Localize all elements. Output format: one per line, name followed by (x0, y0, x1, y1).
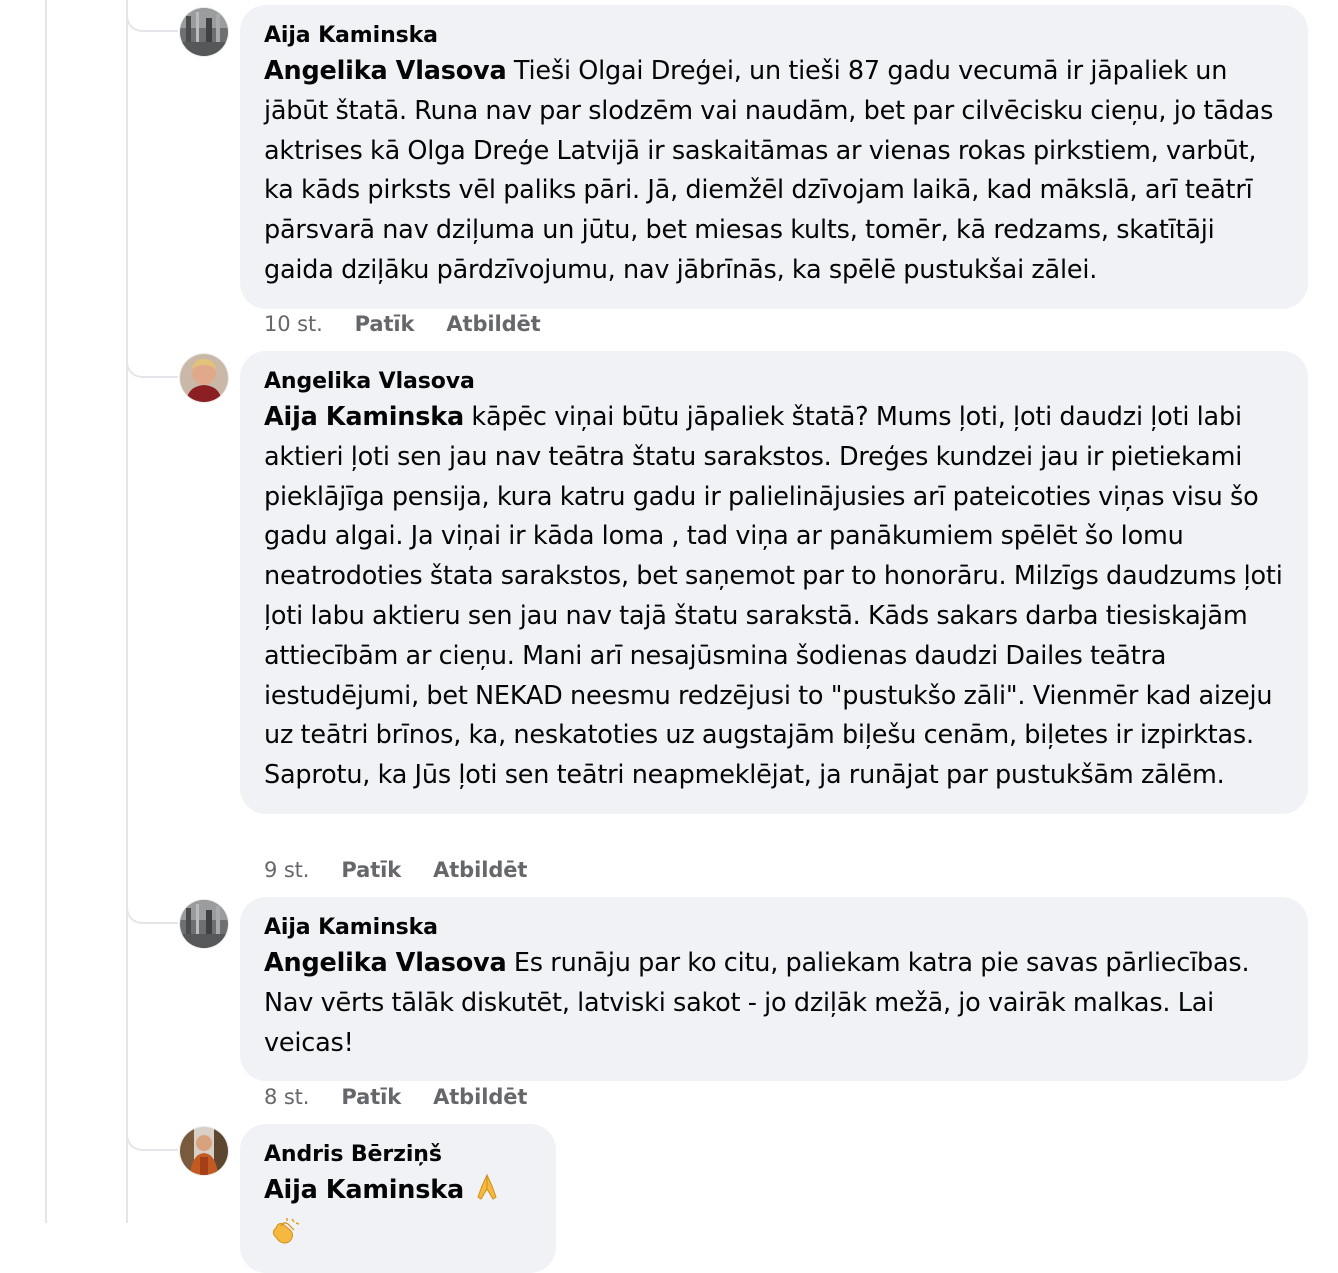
like-button[interactable]: Patīk (355, 312, 415, 336)
comment-actions: 10 st. Patīk Atbildēt (264, 312, 573, 336)
comment-timestamp[interactable]: 8 st. (264, 1085, 309, 1109)
comment-bubble: Aija Kaminska Angelika Vlasova Tieši Olg… (240, 5, 1308, 309)
comment-author[interactable]: Andris Bērziņš (264, 1140, 532, 1170)
comment-body: kāpēc viņai būtu jāpaliek štatā? Mums ļo… (264, 402, 1283, 791)
comment-author[interactable]: Angelika Vlasova (264, 367, 1284, 397)
mention-link[interactable]: Angelika Vlasova (264, 56, 507, 86)
comment-timestamp[interactable]: 10 st. (264, 312, 323, 336)
comment-actions: 8 st. Patīk Atbildēt (264, 1085, 559, 1109)
comment-text: Aija Kaminska (264, 1171, 532, 1259)
clapping-hands-emoji (268, 1216, 300, 1259)
thread-line-inner (126, 0, 128, 1223)
mention-link[interactable]: Aija Kaminska (264, 402, 464, 432)
avatar[interactable] (180, 8, 228, 56)
reply-connector (126, 902, 178, 924)
comment-actions: 9 st. Patīk Atbildēt (264, 858, 559, 882)
mention-link[interactable]: Angelika Vlasova (264, 948, 507, 978)
reply-button[interactable]: Atbildēt (446, 312, 540, 336)
comment-author[interactable]: Aija Kaminska (264, 913, 1284, 943)
thread-line-outer (45, 0, 47, 1223)
comment-author[interactable]: Aija Kaminska (264, 21, 1284, 51)
comment-bubble: Andris Bērziņš Aija Kaminska (240, 1124, 556, 1273)
avatar[interactable] (180, 354, 228, 402)
comment-text: Aija Kaminska kāpēc viņai būtu jāpaliek … (264, 398, 1284, 796)
comment-text: Angelika Vlasova Tieši Olgai Dreģei, un … (264, 52, 1284, 291)
comment-bubble: Aija Kaminska Angelika Vlasova Es runāju… (240, 897, 1308, 1082)
comment-timestamp[interactable]: 9 st. (264, 858, 309, 882)
reply-connector (126, 356, 178, 378)
like-button[interactable]: Patīk (341, 1085, 401, 1109)
reply-button[interactable]: Atbildēt (433, 858, 527, 882)
avatar-photo-icon (180, 900, 228, 948)
avatar-photo-icon (180, 354, 228, 402)
avatar-photo-icon (180, 8, 228, 56)
comment-bubble: Angelika Vlasova Aija Kaminska kāpēc viņ… (240, 351, 1308, 814)
comment-text: Angelika Vlasova Es runāju par ko citu, … (264, 944, 1284, 1063)
like-button[interactable]: Patīk (341, 858, 401, 882)
folded-hands-emoji (472, 1172, 502, 1215)
reply-connector (126, 1129, 178, 1151)
avatar-photo-icon (180, 1127, 228, 1175)
avatar[interactable] (180, 1127, 228, 1175)
reply-connector (126, 10, 178, 32)
avatar[interactable] (180, 900, 228, 948)
comment-body: Tieši Olgai Dreģei, un tieši 87 gadu vec… (264, 56, 1274, 285)
mention-link[interactable]: Aija Kaminska (264, 1175, 464, 1205)
reply-button[interactable]: Atbildēt (433, 1085, 527, 1109)
